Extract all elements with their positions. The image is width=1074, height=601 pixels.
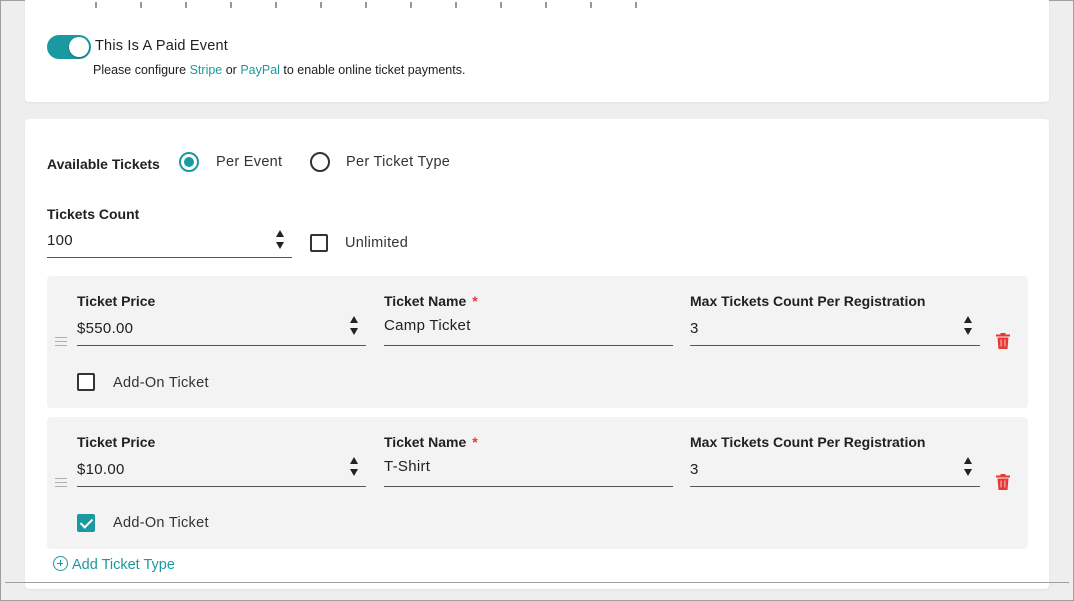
unlimited-checkbox[interactable] xyxy=(310,234,328,252)
hint-or: or xyxy=(222,63,241,77)
paid-event-toggle-label: This Is A Paid Event xyxy=(95,38,228,54)
ticket-price-input[interactable]: $550.00 xyxy=(77,314,366,346)
stripe-link[interactable]: Stripe xyxy=(190,63,223,77)
spinner-arrows-icon[interactable] xyxy=(348,457,360,476)
addon-ticket-checkbox[interactable] xyxy=(77,373,95,391)
unlimited-label: Unlimited xyxy=(345,235,409,251)
spinner-arrows-icon[interactable] xyxy=(274,230,286,249)
ticket-name-input[interactable]: T-Shirt xyxy=(384,455,673,487)
ticket-name-value: T-Shirt xyxy=(384,458,431,475)
ticket-price-value: $10.00 xyxy=(77,461,125,478)
add-ticket-type-label: Add Ticket Type xyxy=(72,557,175,573)
ticket-price-input[interactable]: $10.00 xyxy=(77,455,366,487)
toggle-knob xyxy=(69,37,89,57)
ticket-name-label: Ticket Name * xyxy=(384,434,478,450)
addon-ticket-label: Add-On Ticket xyxy=(113,515,209,531)
paid-event-toggle[interactable] xyxy=(47,35,91,59)
drag-handle-icon[interactable] xyxy=(55,478,67,490)
spinner-arrows-icon[interactable] xyxy=(962,457,974,476)
addon-ticket-label: Add-On Ticket xyxy=(113,375,209,391)
addon-ticket-checkbox[interactable] xyxy=(77,514,95,532)
paypal-link[interactable]: PayPal xyxy=(240,63,280,77)
trash-icon[interactable] xyxy=(996,474,1010,490)
tickets-count-input[interactable]: 100 xyxy=(47,227,292,258)
paid-event-card: This Is A Paid Event Please configure St… xyxy=(25,0,1049,102)
spinner-arrows-icon[interactable] xyxy=(962,316,974,335)
max-tickets-label: Max Tickets Count Per Registration xyxy=(690,434,926,450)
ticket-name-label-text: Ticket Name xyxy=(384,434,467,450)
max-tickets-value: 3 xyxy=(690,461,699,478)
ticket-price-label: Ticket Price xyxy=(77,434,156,450)
required-marker: * xyxy=(472,434,478,450)
radio-per-event[interactable] xyxy=(179,152,199,172)
max-tickets-label: Max Tickets Count Per Registration xyxy=(690,293,926,309)
tickets-card: Available Tickets Per Event Per Ticket T… xyxy=(25,119,1049,589)
max-tickets-value: 3 xyxy=(690,320,699,337)
radio-per-event-label[interactable]: Per Event xyxy=(216,154,282,170)
tickets-count-label: Tickets Count xyxy=(47,206,140,222)
payment-config-hint: Please configure Stripe or PayPal to ena… xyxy=(93,63,465,77)
drag-handle-icon[interactable] xyxy=(55,337,67,349)
add-ticket-type-button[interactable]: Add Ticket Type xyxy=(53,556,175,573)
spinner-arrows-icon[interactable] xyxy=(348,316,360,335)
ticket-price-label: Ticket Price xyxy=(77,293,156,309)
bottom-divider xyxy=(5,582,1069,583)
tickets-count-value: 100 xyxy=(47,232,73,249)
ticket-name-input[interactable]: Camp Ticket xyxy=(384,314,673,346)
hint-prefix: Please configure xyxy=(93,63,190,77)
radio-per-ticket-type[interactable] xyxy=(310,152,330,172)
ticket-row: Ticket Price $550.00 Ticket Name * Camp T… xyxy=(47,276,1028,408)
available-tickets-label: Available Tickets xyxy=(47,156,160,172)
max-tickets-input[interactable]: 3 xyxy=(690,455,980,487)
clipped-text-fragment xyxy=(95,2,675,8)
required-marker: * xyxy=(472,293,478,309)
ticket-row: Ticket Price $10.00 Ticket Name * T-Shirt… xyxy=(47,417,1028,549)
trash-icon[interactable] xyxy=(996,333,1010,349)
ticket-price-value: $550.00 xyxy=(77,320,134,337)
max-tickets-input[interactable]: 3 xyxy=(690,314,980,346)
ticket-name-label: Ticket Name * xyxy=(384,293,478,309)
ticket-name-label-text: Ticket Name xyxy=(384,293,467,309)
plus-circle-icon xyxy=(53,556,68,571)
hint-suffix: to enable online ticket payments. xyxy=(279,63,466,77)
radio-per-ticket-type-label[interactable]: Per Ticket Type xyxy=(346,154,450,170)
ticket-name-value: Camp Ticket xyxy=(384,317,471,334)
